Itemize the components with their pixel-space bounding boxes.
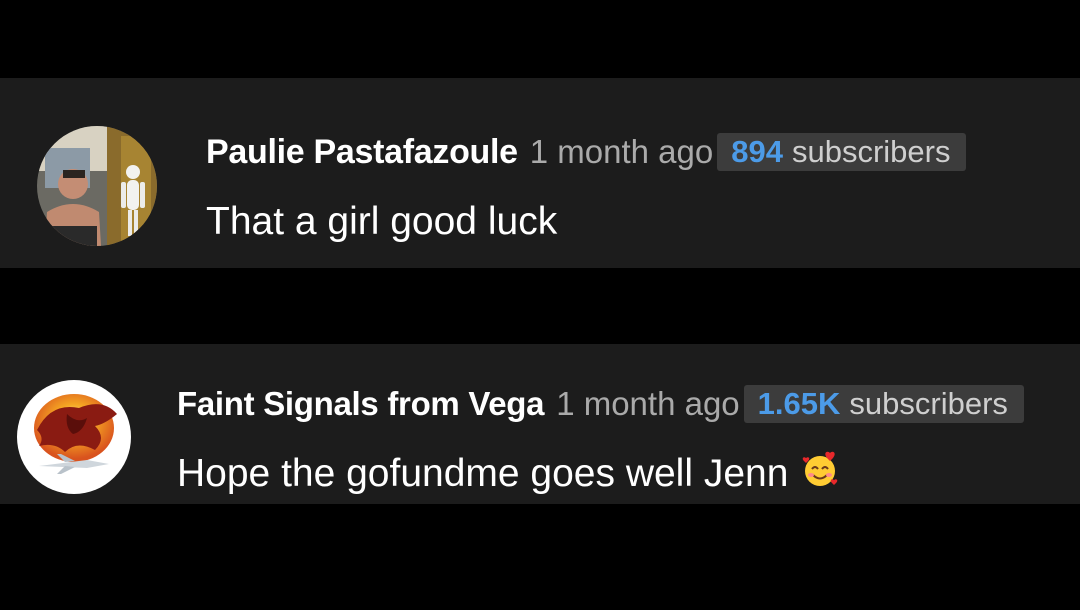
comment-author[interactable]: Paulie Pastafazoule	[206, 133, 518, 172]
comment-text-line: Hope the gofundme goes well Jenn	[177, 450, 840, 500]
comment-text: That a girl good luck	[206, 200, 558, 243]
subscriber-count: 894	[731, 134, 783, 169]
user-photo-avatar-icon	[37, 126, 157, 246]
comment-author[interactable]: Faint Signals from Vega	[177, 385, 544, 423]
subscriber-label: subscribers	[791, 134, 951, 169]
comment-timestamp[interactable]: 1 month ago	[556, 385, 739, 423]
subscriber-count: 1.65K	[757, 386, 841, 421]
avatar[interactable]	[17, 380, 131, 494]
comment-card: Paulie Pastafazoule 1 month ago 894 subs…	[0, 78, 1080, 268]
dragon-logo-avatar-icon	[17, 380, 131, 494]
comment-text: Hope the gofundme goes well Jenn	[177, 452, 789, 495]
avatar[interactable]	[37, 126, 157, 246]
smiling-face-with-hearts-icon	[800, 450, 840, 500]
subscriber-label: subscribers	[849, 386, 1008, 421]
comment-header: Paulie Pastafazoule 1 month ago 894 subs…	[206, 130, 967, 174]
comment-card: Faint Signals from Vega 1 month ago 1.65…	[0, 344, 1080, 504]
comment-header: Faint Signals from Vega 1 month ago 1.65…	[177, 384, 1024, 424]
subscriber-badge: 1.65K subscribers	[743, 385, 1024, 423]
subscriber-badge: 894 subscribers	[717, 133, 967, 171]
comment-timestamp[interactable]: 1 month ago	[530, 133, 713, 171]
